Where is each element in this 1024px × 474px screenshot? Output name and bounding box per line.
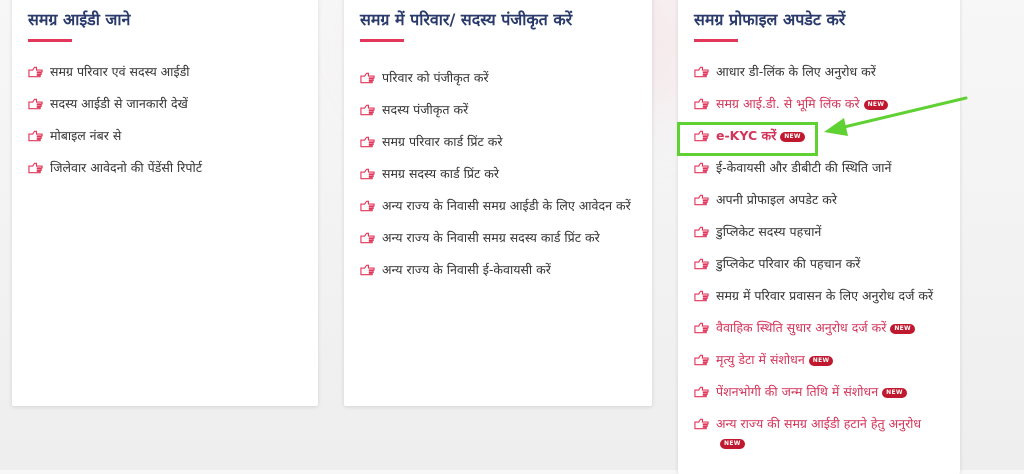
pointing-hand-icon bbox=[360, 72, 375, 84]
link-list: समग्र परिवार एवं सदस्य आईडी सदस्य आईडी स… bbox=[28, 62, 306, 190]
list-item-label: समग्र में परिवार प्रवासन के लिए अनुरोध द… bbox=[716, 288, 934, 303]
card-samagra-id: समग्र आईडी जाने समग्र परिवार एवं सदस्य आ… bbox=[12, 0, 318, 406]
list-item-label: मोबाइल नंबर से bbox=[50, 128, 122, 143]
list-item[interactable]: मोबाइल नंबर से bbox=[28, 126, 306, 145]
pointing-hand-icon bbox=[360, 136, 375, 148]
list-item[interactable]: समग्र परिवार कार्ड प्रिंट करे bbox=[360, 132, 640, 151]
list-item-label: समग्र परिवार कार्ड प्रिंट करे bbox=[382, 134, 503, 149]
list-item[interactable]: अन्य राज्य के निवासी समग्र सदस्य कार्ड प… bbox=[360, 228, 640, 247]
pointing-hand-icon bbox=[360, 104, 375, 116]
green-arrow-icon bbox=[824, 96, 968, 136]
list-item-label: ई-केवायसी और डीबीटी की स्थिति जानें bbox=[716, 160, 892, 175]
list-item-label: अन्य राज्य के निवासी समग्र सदस्य कार्ड प… bbox=[382, 230, 600, 245]
pointing-hand-icon bbox=[694, 418, 709, 430]
list-item[interactable]: समग्र परिवार एवं सदस्य आईडी bbox=[28, 62, 306, 81]
new-badge: NEW bbox=[720, 438, 745, 449]
list-item-label: अन्य राज्य के निवासी ई-केवायसी करें bbox=[382, 262, 551, 277]
pointing-hand-icon bbox=[694, 354, 709, 366]
ekyc-highlight-box bbox=[677, 122, 818, 156]
list-item[interactable]: अपनी प्रोफाइल अपडेट करे bbox=[694, 190, 948, 209]
list-item[interactable]: समग्र में परिवार प्रवासन के लिए अनुरोध द… bbox=[694, 286, 948, 305]
pointing-hand-icon bbox=[360, 264, 375, 276]
list-item-label: डुप्लिकेट परिवार की पहचान करें bbox=[716, 256, 861, 271]
pointing-hand-icon bbox=[694, 66, 709, 78]
list-item[interactable]: डुप्लिकेट परिवार की पहचान करें bbox=[694, 254, 948, 273]
list-item[interactable]: जिलेवार आवेदनो की पेंडेंसी रिपोर्ट bbox=[28, 158, 306, 177]
pointing-hand-icon bbox=[360, 200, 375, 212]
new-badge: NEW bbox=[882, 387, 907, 398]
list-item[interactable]: अन्य राज्य के निवासी समग्र आईडी के लिए आ… bbox=[360, 196, 640, 215]
list-item-label: आधार डी-लिंक के लिए अनुरोध करें bbox=[716, 64, 876, 79]
new-badge: NEW bbox=[808, 355, 834, 366]
pointing-hand-icon bbox=[360, 232, 375, 244]
pointing-hand-icon bbox=[694, 162, 709, 174]
list-item[interactable]: अन्य राज्य के निवासी ई-केवायसी करें bbox=[360, 260, 640, 279]
list-item[interactable]: अन्य राज्य की समग्र आईडी हटाने हेतु अनुर… bbox=[694, 414, 948, 452]
pointing-hand-icon bbox=[694, 258, 709, 270]
list-item[interactable]: मृत्यु डेटा में संशोधन NEW bbox=[694, 350, 948, 369]
card-title: समग्र प्रोफाइल अपडेट करें bbox=[694, 10, 846, 29]
title-underline bbox=[694, 39, 738, 42]
pointing-hand-icon bbox=[28, 162, 43, 174]
list-item-label: समग्र परिवार एवं सदस्य आईडी bbox=[50, 64, 190, 79]
new-badge: NEW bbox=[890, 323, 915, 334]
card-title: समग्र आईडी जाने bbox=[28, 10, 131, 29]
list-item[interactable]: ई-केवायसी और डीबीटी की स्थिति जानें bbox=[694, 158, 948, 177]
title-underline bbox=[28, 39, 72, 42]
pointing-hand-icon bbox=[694, 386, 709, 398]
list-item-label: अन्य राज्य के निवासी समग्र आईडी के लिए आ… bbox=[382, 198, 631, 213]
pointing-hand-icon bbox=[694, 194, 709, 206]
card-title: समग्र में परिवार/ सदस्य पंजीकृत करें bbox=[360, 10, 573, 29]
list-item-label: जिलेवार आवेदनो की पेंडेंसी रिपोर्ट bbox=[50, 160, 203, 175]
list-item-label: वैवाहिक स्थिति सुधार अनुरोध दर्ज करें bbox=[716, 320, 887, 335]
card-register: समग्र में परिवार/ सदस्य पंजीकृत करें परि… bbox=[344, 0, 652, 406]
list-item[interactable]: डुप्लिकेट सदस्य पहचानें bbox=[694, 222, 948, 241]
pointing-hand-icon bbox=[694, 98, 709, 110]
list-item-label: अपनी प्रोफाइल अपडेट करे bbox=[716, 192, 837, 207]
list-item-label: पेंशनभोगी की जन्म तिथि में संशोधन bbox=[716, 384, 879, 399]
list-item[interactable]: परिवार को पंजीकृत करें bbox=[360, 68, 640, 87]
list-item-label: अन्य राज्य की समग्र आईडी हटाने हेतु अनुर… bbox=[716, 416, 922, 431]
pointing-hand-icon bbox=[694, 322, 709, 334]
pointing-hand-icon bbox=[694, 226, 709, 238]
card-profile-update: समग्र प्रोफाइल अपडेट करें आधार डी-लिंक क… bbox=[678, 0, 960, 474]
list-item-label: सदस्य आईडी से जानकारी देखें bbox=[50, 96, 188, 111]
list-item[interactable]: पेंशनभोगी की जन्म तिथि में संशोधन NEW bbox=[694, 382, 948, 401]
title-underline bbox=[360, 39, 404, 42]
list-item[interactable]: सदस्य आईडी से जानकारी देखें bbox=[28, 94, 306, 113]
pointing-hand-icon bbox=[28, 130, 43, 142]
list-item-label: सदस्य पंजीकृत करें bbox=[382, 102, 469, 117]
list-item-label: मृत्यु डेटा में संशोधन bbox=[716, 352, 805, 367]
list-item-label: समग्र सदस्य कार्ड प्रिंट करे bbox=[382, 166, 499, 181]
link-list: परिवार को पंजीकृत करें सदस्य पंजीकृत करे… bbox=[360, 68, 640, 292]
list-item-label: डुप्लिकेट सदस्य पहचानें bbox=[716, 224, 822, 239]
pointing-hand-icon bbox=[694, 290, 709, 302]
list-item[interactable]: सदस्य पंजीकृत करें bbox=[360, 100, 640, 119]
pointing-hand-icon bbox=[28, 98, 43, 110]
list-item[interactable]: वैवाहिक स्थिति सुधार अनुरोध दर्ज करें NEW bbox=[694, 318, 948, 337]
pointing-hand-icon bbox=[360, 168, 375, 180]
list-item[interactable]: आधार डी-लिंक के लिए अनुरोध करें bbox=[694, 62, 948, 81]
pointing-hand-icon bbox=[28, 66, 43, 78]
list-item[interactable]: समग्र सदस्य कार्ड प्रिंट करे bbox=[360, 164, 640, 183]
list-item-label: परिवार को पंजीकृत करें bbox=[382, 70, 489, 85]
